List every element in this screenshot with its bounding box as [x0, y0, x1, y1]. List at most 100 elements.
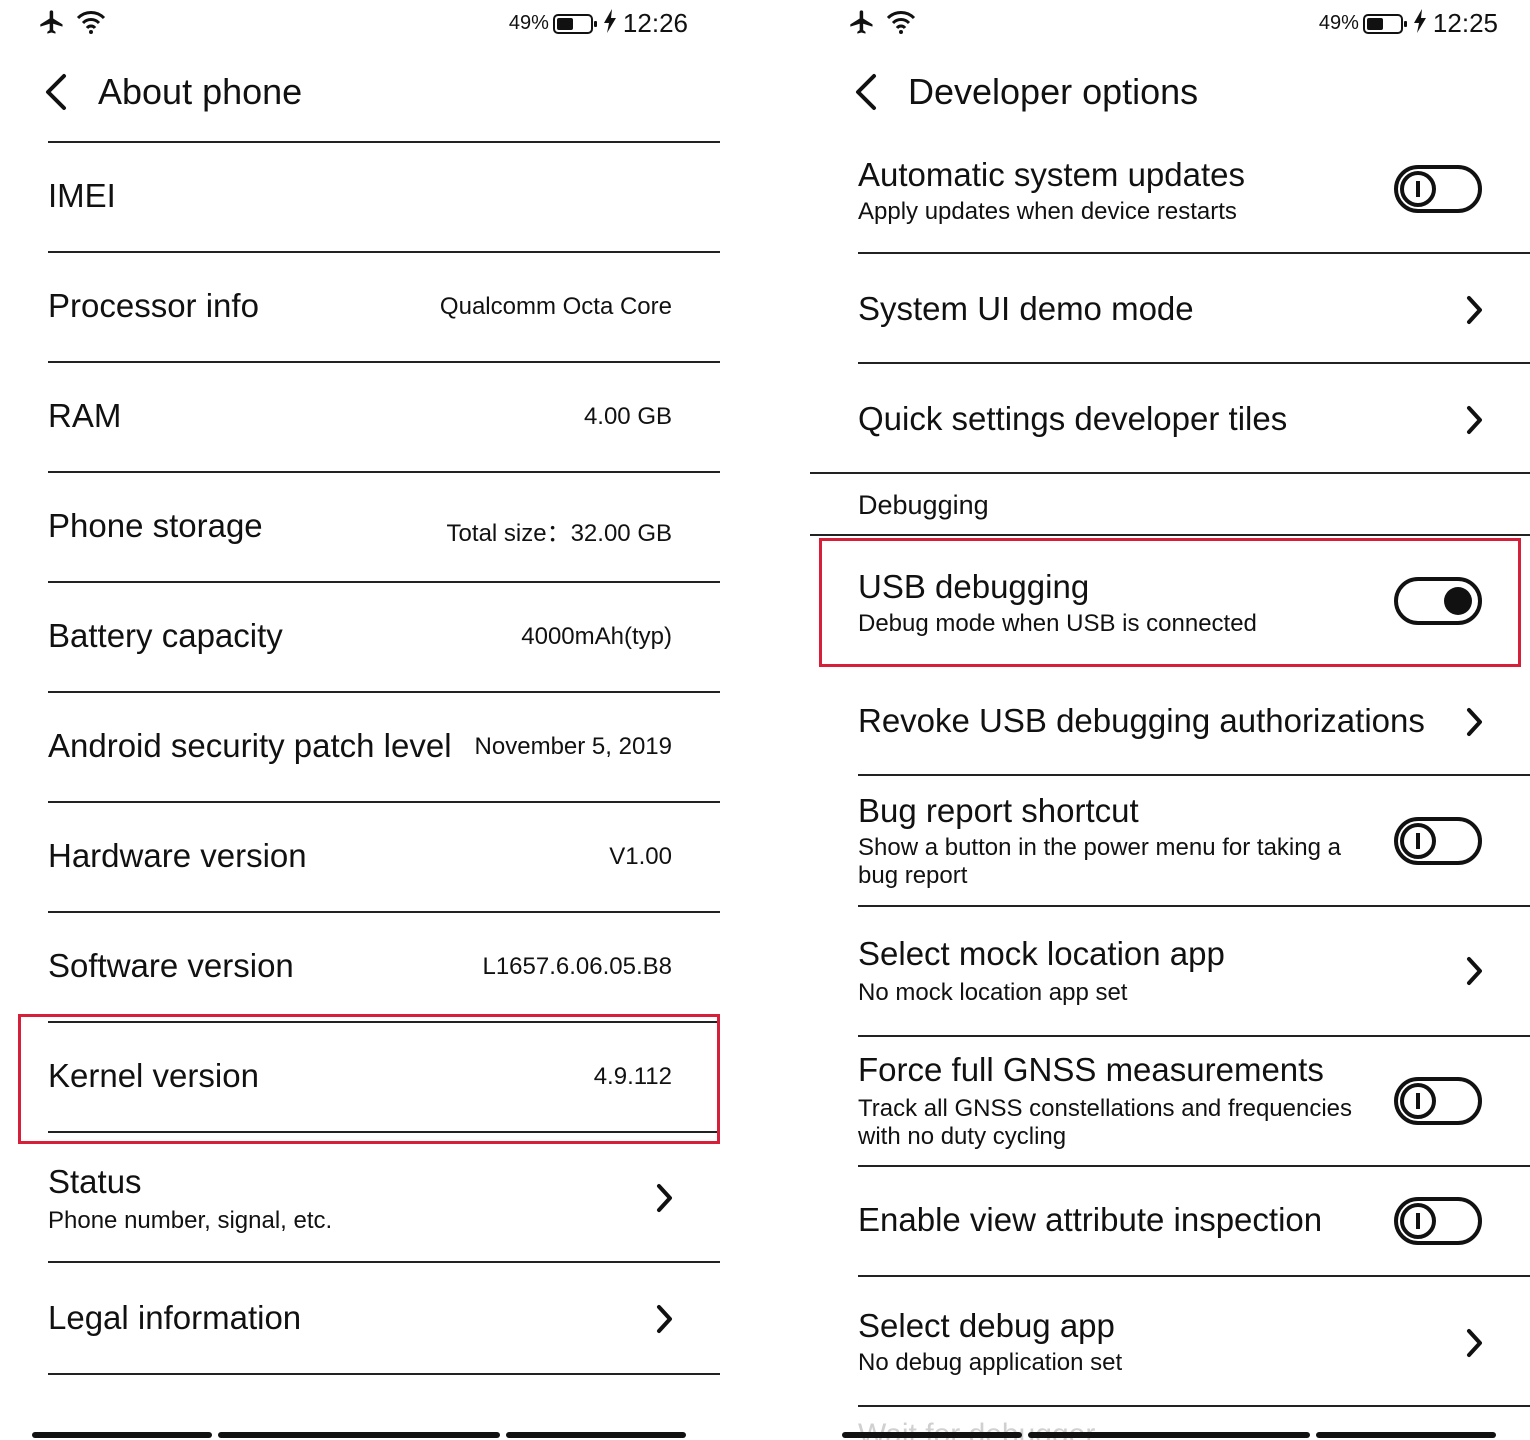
row-label: Phone storage [48, 507, 263, 544]
battery-percent: 49% [1318, 12, 1359, 34]
nav-bar-segment [1316, 1432, 1496, 1438]
chevron-right-icon [1462, 704, 1486, 740]
charging-icon [603, 8, 617, 39]
row-subtitle: Track all GNSS constellations and freque… [858, 1095, 1353, 1150]
nav-bar-segment [32, 1432, 212, 1438]
wifi-icon [886, 9, 916, 40]
toggle-switch-off[interactable] [1394, 165, 1482, 213]
status-bar: 49% 12:26 [0, 0, 720, 50]
wifi-icon [76, 9, 106, 40]
row-subtitle: Debug mode when USB is connected [858, 610, 1257, 637]
airplane-icon [38, 8, 66, 41]
back-arrow-icon [856, 74, 876, 110]
row-value: L1657.6.06.05.B8 [482, 953, 672, 980]
toggle-off-icon [1400, 823, 1436, 859]
nav-bar-segment [1028, 1432, 1310, 1438]
row-value: 4000mAh(typ) [521, 623, 672, 650]
nav-bar-segment [842, 1432, 1022, 1438]
row-quick-settings-tiles[interactable]: Quick settings developer tiles [858, 364, 1530, 474]
row-label: Processor info [48, 287, 259, 324]
row-label: Revoke USB debugging authorizations [858, 702, 1425, 739]
clock: 12:25 [1432, 8, 1498, 38]
chevron-right-icon [652, 1180, 676, 1216]
divider [810, 472, 1530, 474]
row-processor-info[interactable]: Processor info Qualcomm Octa Core [48, 253, 720, 363]
row-kernel-version[interactable]: Kernel version 4.9.112 [48, 1023, 720, 1133]
nav-bar-segment [218, 1432, 500, 1438]
row-label: Legal information [48, 1299, 302, 1336]
chevron-right-icon [1462, 1325, 1486, 1361]
row-value: 4.9.112 [593, 1063, 672, 1090]
chevron-right-icon [1462, 953, 1486, 989]
row-usb-debugging[interactable]: USB debugging Debug mode when USB is con… [858, 556, 1530, 666]
toggle-off-icon [1400, 1083, 1436, 1119]
row-label: Software version [48, 947, 294, 984]
page-title: About phone [98, 71, 303, 112]
clock: 12:26 [622, 8, 688, 38]
row-value: Total size：32.00 GB [446, 520, 672, 547]
row-label: USB debugging [858, 568, 1090, 605]
row-label: Battery capacity [48, 617, 283, 654]
developer-options-screen: 49% 12:25 Developer options Automatic sy… [810, 0, 1530, 1440]
row-automatic-system-updates[interactable]: Automatic system updates Apply updates w… [858, 144, 1530, 254]
row-label: Bug report shortcut [858, 792, 1139, 829]
row-software-version[interactable]: Software version L1657.6.06.05.B8 [48, 913, 720, 1023]
airplane-icon [848, 8, 876, 41]
about-phone-screen: 49% 12:26 About phone IMEI Processor inf… [0, 0, 720, 1440]
row-value: 4.00 GB [583, 403, 672, 430]
row-bug-report-shortcut[interactable]: Bug report shortcut Show a button in the… [858, 776, 1530, 907]
row-label: Status [48, 1163, 142, 1200]
row-label: Quick settings developer tiles [858, 400, 1288, 437]
row-subtitle: Phone number, signal, etc. [48, 1207, 333, 1234]
row-view-attribute-inspection[interactable]: Enable view attribute inspection [858, 1167, 1530, 1277]
divider [810, 534, 1530, 536]
row-label: RAM [48, 397, 122, 434]
row-phone-storage[interactable]: Phone storage Total size：32.00 GB [48, 473, 720, 583]
chevron-right-icon [652, 1301, 676, 1337]
row-subtitle: No mock location app set [858, 979, 1128, 1006]
row-label: Force full GNSS measurements [858, 1051, 1324, 1088]
battery-percent: 49% [508, 12, 549, 34]
row-legal-information[interactable]: Legal information [48, 1263, 720, 1375]
toggle-off-icon [1400, 1203, 1436, 1239]
row-system-ui-demo-mode[interactable]: System UI demo mode [858, 254, 1530, 364]
back-arrow-icon [46, 74, 66, 110]
row-subtitle: Show a button in the power menu for taki… [858, 834, 1341, 889]
row-subtitle: No debug application set [858, 1349, 1123, 1376]
chevron-right-icon [1462, 292, 1486, 328]
toggle-switch-on[interactable] [1394, 577, 1482, 625]
row-revoke-usb-authorizations[interactable]: Revoke USB debugging authorizations [858, 666, 1530, 776]
charging-icon [1413, 8, 1427, 39]
row-value: V1.00 [609, 843, 672, 870]
row-label: IMEI [48, 177, 116, 214]
toggle-on-icon [1444, 587, 1472, 615]
row-value: November 5, 2019 [474, 733, 672, 760]
row-label: Automatic system updates [858, 156, 1246, 193]
toggle-off-icon [1400, 171, 1436, 207]
back-button[interactable] [42, 70, 82, 114]
row-status[interactable]: Status Phone number, signal, etc. [48, 1133, 720, 1263]
header: Developer options [810, 60, 1530, 124]
row-ram[interactable]: RAM 4.00 GB [48, 363, 720, 473]
row-security-patch[interactable]: Android security patch level November 5,… [48, 693, 720, 803]
toggle-switch-off[interactable] [1394, 817, 1482, 865]
header: About phone [0, 60, 720, 124]
row-label: Select mock location app [858, 935, 1225, 972]
toggle-switch-off[interactable] [1394, 1077, 1482, 1125]
row-battery-capacity[interactable]: Battery capacity 4000mAh(typ) [48, 583, 720, 693]
row-select-mock-location-app[interactable]: Select mock location app No mock locatio… [858, 907, 1530, 1037]
row-label: Kernel version [48, 1057, 259, 1094]
row-label: Enable view attribute inspection [858, 1201, 1323, 1238]
row-label: Select debug app [858, 1307, 1115, 1344]
back-button[interactable] [852, 70, 892, 114]
chevron-right-icon [1462, 402, 1486, 438]
toggle-switch-off[interactable] [1394, 1197, 1482, 1245]
row-hardware-version[interactable]: Hardware version V1.00 [48, 803, 720, 913]
row-select-debug-app[interactable]: Select debug app No debug application se… [858, 1277, 1530, 1407]
battery-icon [552, 13, 597, 34]
row-force-full-gnss[interactable]: Force full GNSS measurements Track all G… [858, 1037, 1530, 1167]
section-header-debugging: Debugging [858, 490, 989, 520]
row-imei[interactable]: IMEI [48, 143, 720, 253]
row-label: Android security patch level [48, 727, 452, 764]
battery-icon [1362, 13, 1407, 34]
